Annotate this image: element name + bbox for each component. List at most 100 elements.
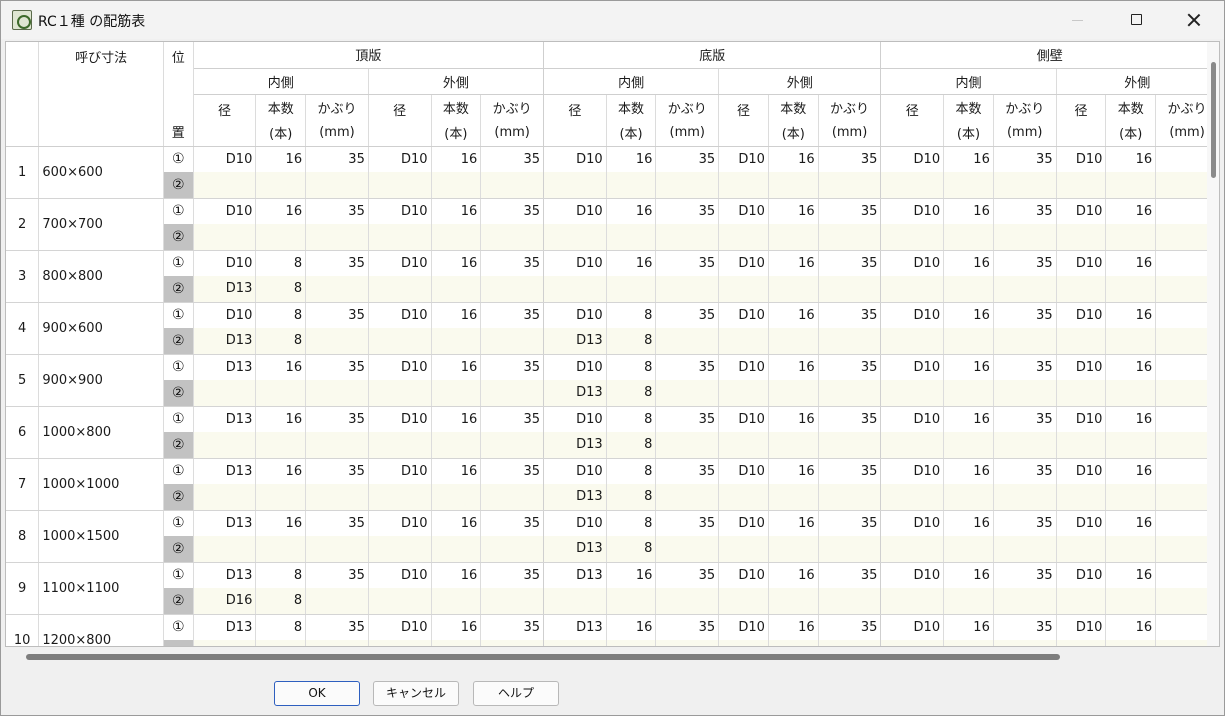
count-cell[interactable]: 8: [606, 510, 657, 536]
diameter-cell[interactable]: D10: [718, 562, 769, 588]
cover-cell[interactable]: 35: [818, 458, 882, 484]
count-cell[interactable]: [606, 172, 657, 199]
count-cell[interactable]: 16: [255, 458, 307, 484]
cover-cell[interactable]: 35: [655, 458, 720, 484]
count-cell[interactable]: [255, 172, 307, 199]
table-row[interactable]: 10 1200×800 ① D13 8 35 D10 16 35 D13 16 35 D10 16 35 D1…: [6, 614, 1219, 646]
cover-cell[interactable]: 35: [655, 302, 720, 328]
cover-cell[interactable]: 35: [655, 406, 720, 432]
cover-cell[interactable]: [655, 536, 720, 563]
diameter-cell[interactable]: [1056, 536, 1107, 563]
cover-cell[interactable]: [993, 380, 1057, 407]
diameter-cell[interactable]: [880, 276, 945, 303]
count-cell[interactable]: [943, 536, 994, 563]
cover-cell[interactable]: [305, 224, 369, 251]
diameter-cell[interactable]: D13: [543, 536, 607, 563]
count-cell[interactable]: [606, 640, 657, 646]
cover-cell[interactable]: [655, 484, 720, 511]
table-row[interactable]: 7 1000×1000 ① D13 16 35 D10 16 35 D10 8 35 D10 16 35 D1…: [6, 458, 1219, 511]
diameter-cell[interactable]: D10: [368, 250, 432, 276]
cover-cell[interactable]: [305, 432, 369, 459]
diameter-cell[interactable]: D10: [718, 198, 769, 224]
diameter-cell[interactable]: D10: [368, 198, 432, 224]
cover-cell[interactable]: [818, 536, 882, 563]
diameter-cell[interactable]: [1056, 484, 1107, 511]
diameter-cell[interactable]: [368, 536, 432, 563]
cover-cell[interactable]: 35: [818, 146, 882, 172]
diameter-cell[interactable]: D10: [718, 406, 769, 432]
cover-cell[interactable]: 35: [480, 510, 544, 536]
size-cell[interactable]: 900×900: [38, 354, 164, 407]
cover-cell[interactable]: [655, 588, 720, 615]
count-cell[interactable]: [1105, 224, 1157, 251]
count-cell[interactable]: 16: [431, 614, 482, 640]
cover-cell[interactable]: 35: [818, 562, 882, 588]
count-cell[interactable]: 16: [606, 562, 657, 588]
cover-cell[interactable]: 35: [655, 354, 720, 380]
size-cell[interactable]: 900×600: [38, 302, 164, 355]
table-row[interactable]: 9 1100×1100 ① D13 8 35 D10 16 35 D13 16 35 D10 16 35 D1…: [6, 562, 1219, 615]
count-cell[interactable]: 16: [431, 406, 482, 432]
cover-cell[interactable]: [305, 640, 369, 646]
diameter-cell[interactable]: [718, 224, 769, 251]
diameter-cell[interactable]: [1056, 588, 1107, 615]
count-cell[interactable]: 16: [606, 614, 657, 640]
count-cell[interactable]: [431, 588, 482, 615]
diameter-cell[interactable]: D10: [718, 354, 769, 380]
cover-cell[interactable]: [480, 588, 544, 615]
count-cell[interactable]: [943, 276, 994, 303]
count-cell[interactable]: 16: [768, 302, 819, 328]
diameter-cell[interactable]: [1056, 224, 1107, 251]
cover-cell[interactable]: 35: [480, 146, 544, 172]
count-cell[interactable]: [431, 172, 482, 199]
diameter-cell[interactable]: [368, 380, 432, 407]
diameter-cell[interactable]: D13: [193, 614, 257, 640]
cover-cell[interactable]: [993, 432, 1057, 459]
count-cell[interactable]: [431, 432, 482, 459]
count-cell[interactable]: 16: [1105, 146, 1157, 172]
cover-cell[interactable]: [818, 172, 882, 199]
diameter-cell[interactable]: D13: [543, 614, 607, 640]
cover-cell[interactable]: [480, 276, 544, 303]
diameter-cell[interactable]: D10: [193, 146, 257, 172]
cover-cell[interactable]: 35: [993, 562, 1057, 588]
count-cell[interactable]: 16: [768, 198, 819, 224]
diameter-cell[interactable]: D13: [543, 562, 607, 588]
cover-cell[interactable]: 35: [480, 406, 544, 432]
diameter-cell[interactable]: [543, 224, 607, 251]
diameter-cell[interactable]: D10: [1056, 250, 1107, 276]
cover-cell[interactable]: 35: [305, 406, 369, 432]
diameter-cell[interactable]: D10: [1056, 354, 1107, 380]
diameter-cell[interactable]: [368, 432, 432, 459]
count-cell[interactable]: 16: [943, 614, 994, 640]
cover-cell[interactable]: 35: [818, 614, 882, 640]
diameter-cell[interactable]: D10: [1056, 458, 1107, 484]
count-cell[interactable]: [943, 172, 994, 199]
cover-cell[interactable]: 35: [480, 302, 544, 328]
count-cell[interactable]: 8: [255, 328, 307, 355]
table-row[interactable]: 3 800×800 ① D10 8 35 D10 16 35 D10 16 35 D10 16 35 D10 1…: [6, 250, 1219, 303]
cover-cell[interactable]: [655, 640, 720, 646]
diameter-cell[interactable]: [193, 224, 257, 251]
count-cell[interactable]: 16: [943, 406, 994, 432]
diameter-cell[interactable]: [193, 432, 257, 459]
count-cell[interactable]: [768, 276, 819, 303]
cover-cell[interactable]: [655, 432, 720, 459]
diameter-cell[interactable]: D10: [1056, 510, 1107, 536]
table-row[interactable]: 8 1000×1500 ① D13 16 35 D10 16 35 D10 8 35 D10 16 35 D1…: [6, 510, 1219, 563]
count-cell[interactable]: 8: [255, 588, 307, 615]
diameter-cell[interactable]: [193, 640, 257, 646]
count-cell[interactable]: 8: [255, 562, 307, 588]
cover-cell[interactable]: 35: [480, 250, 544, 276]
count-cell[interactable]: 16: [1105, 614, 1157, 640]
table-row[interactable]: ② D13 8: [6, 432, 1219, 459]
diameter-cell[interactable]: D10: [718, 146, 769, 172]
count-cell[interactable]: 16: [431, 354, 482, 380]
diameter-cell[interactable]: [368, 328, 432, 355]
cover-cell[interactable]: 35: [818, 198, 882, 224]
diameter-cell[interactable]: D13: [543, 328, 607, 355]
count-cell[interactable]: 16: [943, 510, 994, 536]
cover-cell[interactable]: [305, 588, 369, 615]
count-cell[interactable]: 16: [255, 510, 307, 536]
count-cell[interactable]: [255, 380, 307, 407]
